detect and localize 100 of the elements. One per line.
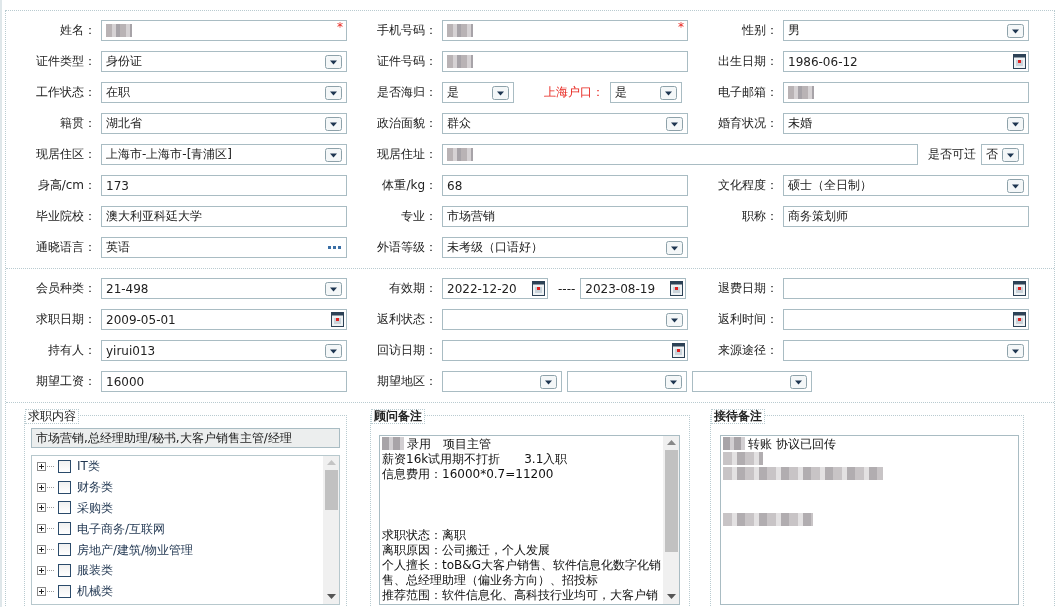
lookup-field[interactable]: 英语: [101, 237, 347, 258]
select-field[interactable]: 未婚: [783, 113, 1029, 134]
date-field[interactable]: 2009-05-01: [101, 309, 347, 330]
text-field[interactable]: 商务策划师: [783, 206, 1029, 227]
scroll-thumb[interactable]: [664, 450, 678, 552]
tree-item[interactable]: 采购类: [77, 501, 113, 515]
dropdown-button[interactable]: [492, 85, 509, 100]
summary-field[interactable]: 市场营销,总经理助理/秘书,大客户销售主管/经理: [31, 428, 340, 448]
select-field[interactable]: [442, 309, 688, 330]
notes-textarea[interactable]: 转账 协议已回传: [720, 435, 1019, 605]
select-field[interactable]: 是: [610, 82, 682, 103]
select-field[interactable]: 身份证: [101, 51, 347, 72]
select-field[interactable]: [692, 371, 812, 392]
note-line: 离职原因：公司搬迁，个人发展: [382, 542, 550, 557]
dropdown-button[interactable]: [790, 374, 807, 389]
select-field[interactable]: 群众: [442, 113, 688, 134]
text-field[interactable]: [442, 144, 918, 165]
tree-item[interactable]: 电子商务/互联网: [77, 521, 166, 536]
text-field[interactable]: 16000: [101, 371, 347, 392]
text-field[interactable]: *: [101, 20, 347, 41]
checkbox[interactable]: [58, 522, 71, 536]
expander-icon[interactable]: [37, 503, 46, 513]
select-field[interactable]: 21-498: [101, 278, 347, 299]
scrollbar[interactable]: [663, 436, 679, 604]
date-field[interactable]: 1986-06-12: [783, 51, 1029, 72]
date-field[interactable]: 2022-12-20: [442, 278, 548, 299]
dropdown-button[interactable]: [325, 147, 342, 162]
select-field[interactable]: 硕士（全日制）: [783, 175, 1029, 196]
checkbox[interactable]: [58, 584, 71, 598]
text-field[interactable]: 澳大利亚科廷大学: [101, 206, 347, 227]
date-field[interactable]: [783, 309, 1029, 330]
dropdown-button[interactable]: [540, 374, 557, 389]
dropdown-button[interactable]: [325, 54, 342, 69]
expander-icon[interactable]: [37, 545, 46, 555]
note-line: 录用 项目主管: [407, 436, 491, 451]
select-field[interactable]: 湖北省: [101, 113, 347, 134]
calendar-icon[interactable]: [1013, 54, 1026, 69]
scroll-thumb[interactable]: [324, 470, 338, 510]
tree-item[interactable]: 财务类: [77, 480, 113, 495]
expander-icon[interactable]: [37, 461, 46, 471]
text-field[interactable]: 市场营销: [442, 206, 688, 227]
dropdown-button[interactable]: [660, 85, 677, 100]
expander-icon[interactable]: [37, 524, 46, 534]
tree-item[interactable]: 服装类: [77, 563, 113, 578]
text-field[interactable]: *: [442, 20, 688, 41]
dropdown-button[interactable]: [325, 85, 342, 100]
text-field[interactable]: 68: [442, 175, 688, 196]
field-label: 会员种类：: [35, 280, 96, 297]
more-icon[interactable]: [328, 246, 341, 249]
expander-icon[interactable]: [37, 586, 46, 596]
select-field[interactable]: yirui013: [101, 340, 347, 361]
date-field[interactable]: 2023-08-19: [580, 278, 687, 299]
expander-icon[interactable]: [37, 565, 46, 575]
select-field[interactable]: 未考级（口语好）: [442, 237, 688, 258]
tree-item[interactable]: IT类: [77, 459, 100, 474]
expander-icon[interactable]: [37, 482, 46, 492]
date-field[interactable]: [442, 340, 688, 361]
dropdown-button[interactable]: [325, 116, 342, 131]
notes-textarea[interactable]: 录用 项目主管 薪资16k试用期不打折 3.1入职 信息费用：16000*0.7=11200 求职状态：离职 离职原因：公司搬迁，个人发展 个人擅长：toB&G大客户销售、软件信息化数字化销 售、总经理助理（偏业务方向）、招投标 推荐范围：软件信息化、高科技行业均可，大客户销: [379, 435, 680, 605]
select-field[interactable]: [783, 340, 1029, 361]
dropdown-button[interactable]: [665, 374, 682, 389]
dropdown-button[interactable]: [1007, 116, 1024, 131]
checkbox[interactable]: [58, 563, 71, 577]
select-field[interactable]: 是: [442, 82, 514, 103]
select-field[interactable]: 上海市-上海市-[青浦区]: [101, 144, 347, 165]
calendar-icon[interactable]: [670, 281, 684, 296]
checkbox[interactable]: [58, 501, 71, 515]
tree-item[interactable]: 机械类: [77, 584, 113, 599]
checkbox[interactable]: [58, 459, 71, 473]
select-field[interactable]: 在职: [101, 82, 347, 103]
calendar-icon[interactable]: [532, 281, 545, 296]
checkbox[interactable]: [58, 480, 71, 494]
checkbox[interactable]: [58, 543, 71, 557]
dropdown-button[interactable]: [1007, 343, 1024, 358]
calendar-icon[interactable]: [1013, 312, 1026, 327]
dropdown-button[interactable]: [325, 343, 342, 358]
scrollbar[interactable]: [323, 456, 339, 604]
dropdown-button[interactable]: [666, 116, 683, 131]
calendar-icon[interactable]: [1013, 281, 1026, 296]
dropdown-button[interactable]: [1007, 178, 1024, 193]
dropdown-button[interactable]: [325, 281, 342, 296]
dropdown-button[interactable]: [666, 312, 683, 327]
text-field[interactable]: [442, 51, 688, 72]
date-field[interactable]: [783, 278, 1029, 299]
calendar-icon[interactable]: [672, 343, 685, 358]
field-label: 身高/cm：: [36, 177, 96, 194]
scroll-down-icon[interactable]: [666, 594, 676, 600]
scroll-down-icon[interactable]: [326, 594, 336, 600]
scroll-up-icon[interactable]: [666, 440, 676, 446]
dropdown-button[interactable]: [1007, 23, 1024, 38]
select-field[interactable]: [567, 371, 687, 392]
select-field[interactable]: 男: [783, 20, 1029, 41]
select-field[interactable]: [442, 371, 562, 392]
dropdown-button[interactable]: [1002, 147, 1019, 162]
text-field[interactable]: 173: [101, 175, 347, 196]
text-field[interactable]: [783, 82, 1029, 103]
tree-item[interactable]: 房地产/建筑/物业管理: [77, 542, 194, 557]
select-field[interactable]: 否: [981, 144, 1024, 165]
dropdown-button[interactable]: [666, 240, 683, 255]
calendar-icon[interactable]: [331, 312, 344, 327]
